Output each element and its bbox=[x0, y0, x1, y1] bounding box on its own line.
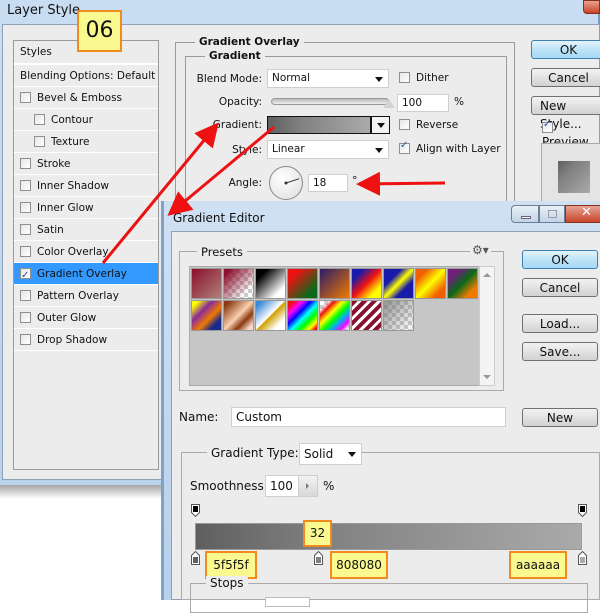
arrow-gradient-to-editor bbox=[167, 125, 275, 216]
arrow-angle bbox=[356, 171, 446, 196]
annotation-arrows bbox=[101, 122, 446, 264]
arrow-gradient-overlay-to-label bbox=[101, 122, 219, 264]
